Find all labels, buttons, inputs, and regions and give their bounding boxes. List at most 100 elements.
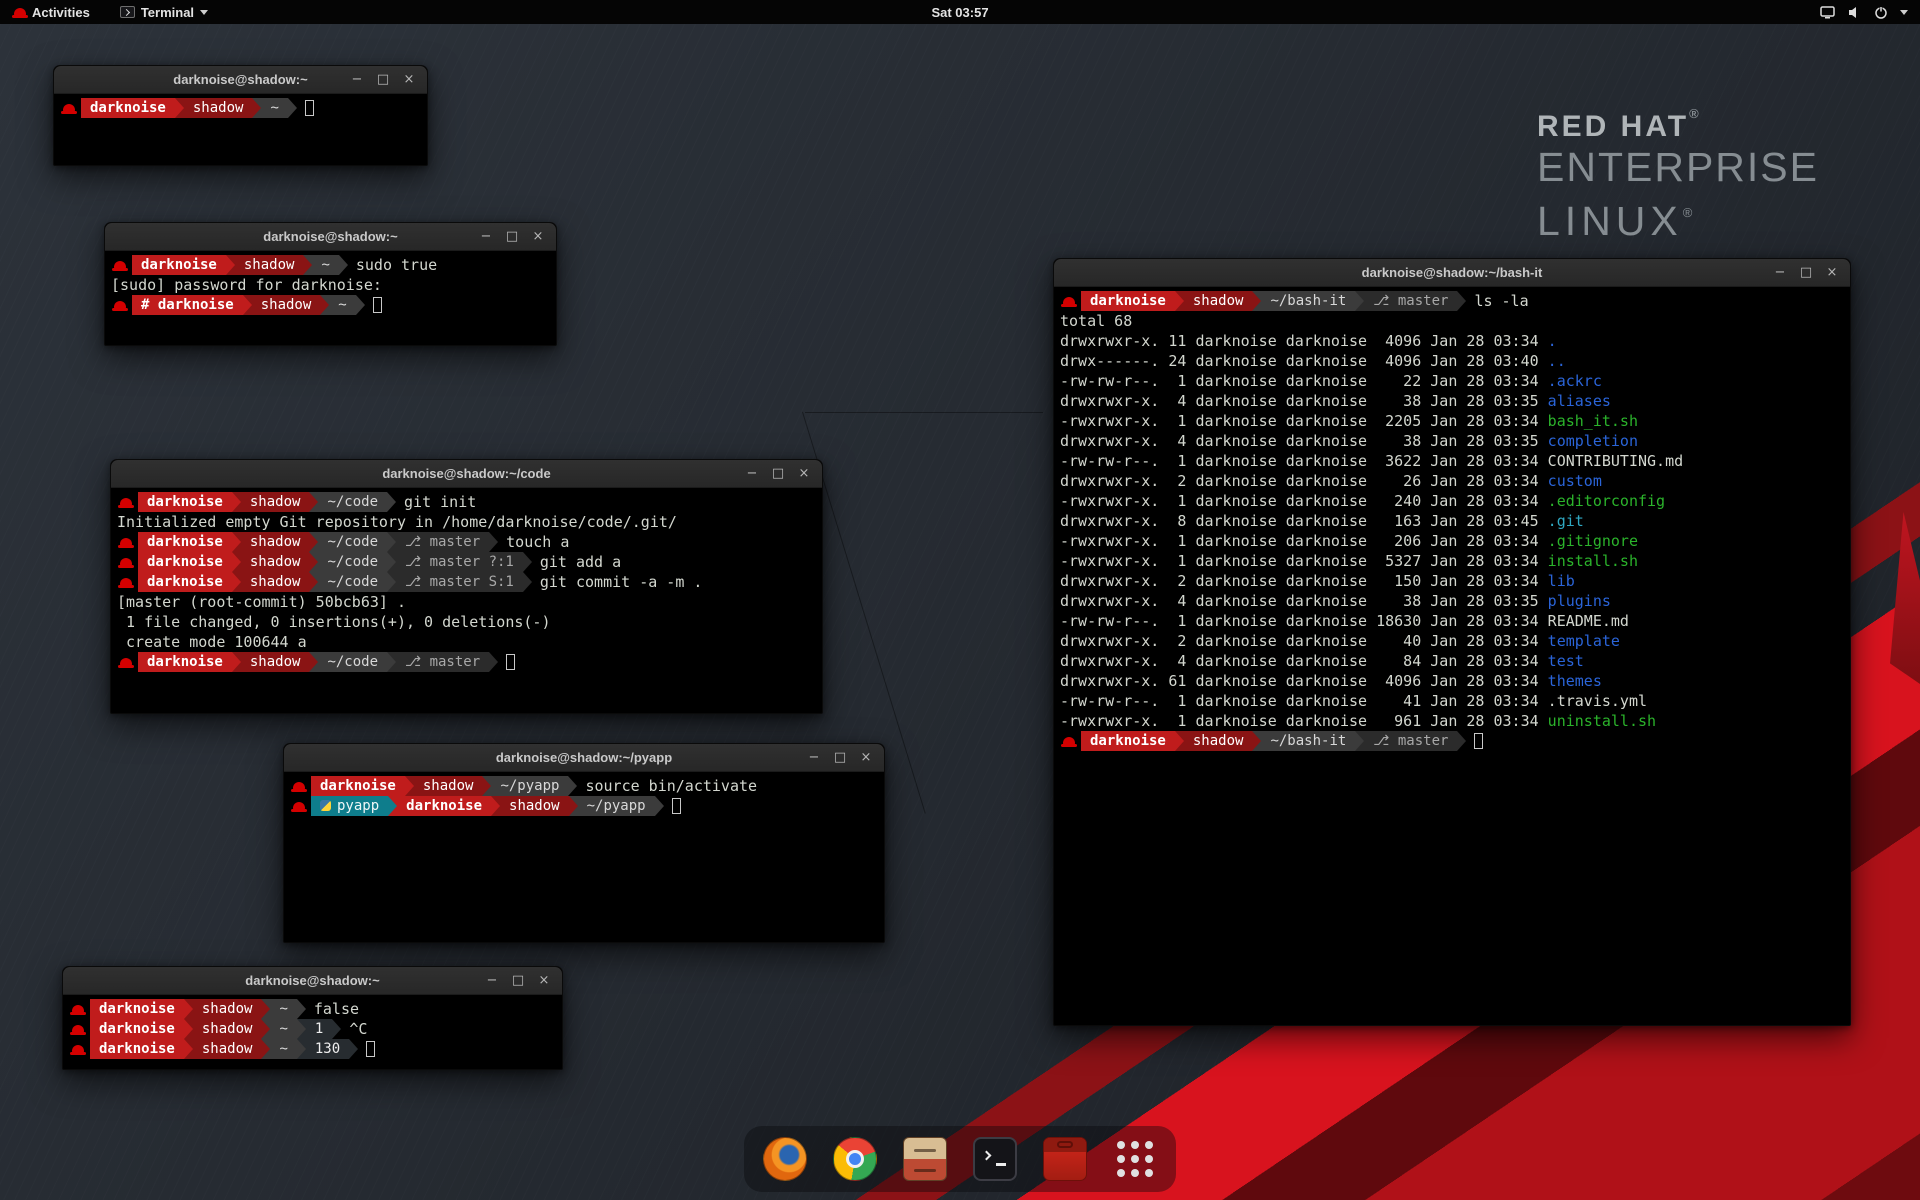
- python-icon: [320, 800, 331, 811]
- terminal-content[interactable]: darknoiseshadow~sudo true[sudo] password…: [105, 251, 556, 315]
- powerline-arrow-icon: [523, 572, 532, 592]
- prompt-segment-path: ~: [312, 255, 338, 275]
- terminal-prompt-line: darknoiseshadow~: [60, 98, 427, 118]
- window-titlebar[interactable]: darknoise@shadow:~/pyapp − □ ×: [284, 744, 884, 772]
- close-button[interactable]: ×: [399, 70, 419, 90]
- redhat-prompt-icon: [120, 538, 132, 546]
- terminal-content[interactable]: darknoiseshadow~/bash-it⎇ masterls -lato…: [1054, 287, 1850, 751]
- activities-button[interactable]: Activities: [8, 0, 96, 24]
- brand-enterprise: ENTERPRISE: [1537, 144, 1819, 190]
- maximize-button[interactable]: □: [768, 464, 788, 484]
- file-name: plugins: [1548, 592, 1611, 610]
- window-titlebar[interactable]: darknoise@shadow:~/bash-it − □ ×: [1054, 259, 1850, 287]
- window-titlebar[interactable]: darknoise@shadow:~ − □ ×: [63, 967, 562, 995]
- minimize-button[interactable]: −: [742, 464, 762, 484]
- output-text: total 68: [1060, 312, 1132, 330]
- powerline-arrow-icon: [1457, 291, 1466, 311]
- powerline-arrow-icon: [309, 492, 318, 512]
- file-meta: -rw-rw-r--. 1 darknoise darknoise 22 Jan…: [1060, 372, 1548, 390]
- minimize-button[interactable]: −: [476, 227, 496, 247]
- git-branch-icon: ⎇: [405, 654, 430, 670]
- maximize-button[interactable]: □: [1796, 263, 1816, 283]
- close-button[interactable]: ×: [534, 971, 554, 991]
- redhat-prompt-icon: [72, 1005, 84, 1013]
- prompt-segment-user: darknoise: [90, 1039, 184, 1059]
- maximize-button[interactable]: □: [508, 971, 528, 991]
- dock-toolbox-icon[interactable]: [1042, 1136, 1088, 1182]
- minimize-button[interactable]: −: [482, 971, 502, 991]
- terminal-output-line: [sudo] password for darknoise:: [111, 275, 556, 295]
- command-text: ^C: [349, 1020, 367, 1038]
- close-button[interactable]: ×: [528, 227, 548, 247]
- command-text: git add a: [540, 553, 621, 571]
- close-button[interactable]: ×: [794, 464, 814, 484]
- maximize-button[interactable]: □: [373, 70, 393, 90]
- window-titlebar[interactable]: darknoise@shadow:~ − □ ×: [105, 223, 556, 251]
- powerline-arrow-icon: [1252, 731, 1261, 751]
- close-button[interactable]: ×: [856, 748, 876, 768]
- dock-terminal-icon[interactable]: [972, 1136, 1018, 1182]
- output-text: [sudo] password for darknoise:: [111, 276, 382, 294]
- powerline-arrow-icon: [309, 572, 318, 592]
- prompt-segment-status: 130: [306, 1039, 349, 1059]
- powerline-arrow-icon: [1355, 291, 1364, 311]
- file-meta: drwxrwxr-x. 4 darknoise darknoise 38 Jan…: [1060, 432, 1548, 450]
- command-text: source bin/activate: [585, 777, 757, 795]
- file-name: README.md: [1548, 612, 1629, 630]
- file-meta: drwxrwxr-x. 2 darknoise darknoise 40 Jan…: [1060, 632, 1548, 650]
- file-name: bash_it.sh: [1548, 412, 1638, 430]
- top-bar: Activities Terminal Sat 03:57: [0, 0, 1920, 24]
- file-name: themes: [1548, 672, 1602, 690]
- powerline-arrow-icon: [655, 796, 664, 816]
- dock-files-icon[interactable]: [902, 1136, 948, 1182]
- terminal-prompt-line: darknoiseshadow~false: [69, 999, 562, 1019]
- file-name: .ackrc: [1548, 372, 1602, 390]
- powerline-arrow-icon: [387, 652, 396, 672]
- prompt-segment-branch: ⎇ master ?:1: [396, 552, 523, 572]
- terminal-cursor: [506, 654, 515, 670]
- terminal-content[interactable]: darknoiseshadow~: [54, 94, 427, 118]
- minimize-button[interactable]: −: [804, 748, 824, 768]
- minimize-button[interactable]: −: [1770, 263, 1790, 283]
- powerline-arrow-icon: [297, 1019, 306, 1039]
- terminal-content[interactable]: darknoiseshadow~/pyappsource bin/activat…: [284, 772, 884, 816]
- prompt-segment-path: ~/code: [318, 532, 387, 552]
- terminal-output-line: -rw-rw-r--. 1 darknoise darknoise 3622 J…: [1060, 451, 1850, 471]
- prompt-segment-path: ~: [270, 1039, 296, 1059]
- minimize-button[interactable]: −: [347, 70, 367, 90]
- redhat-prompt-icon: [114, 261, 126, 269]
- maximize-button[interactable]: □: [830, 748, 850, 768]
- dock-appgrid-icon[interactable]: [1112, 1136, 1158, 1182]
- prompt-segment-path: ~/code: [318, 652, 387, 672]
- prompt-segment-path: ~: [270, 999, 296, 1019]
- terminal-prompt-line: darknoiseshadow~130: [69, 1039, 562, 1059]
- maximize-button[interactable]: □: [502, 227, 522, 247]
- redhat-prompt-icon: [120, 558, 132, 566]
- clock[interactable]: Sat 03:57: [931, 5, 988, 20]
- volume-icon: [1847, 6, 1862, 19]
- window-titlebar[interactable]: darknoise@shadow:~/code − □ ×: [111, 460, 822, 488]
- dock-firefox-icon[interactable]: [762, 1136, 808, 1182]
- system-status-area[interactable]: [1820, 6, 1920, 19]
- git-branch-icon: ⎇: [1373, 293, 1398, 309]
- prompt-segment-host: shadow: [241, 552, 310, 572]
- dock-chrome-icon[interactable]: [832, 1136, 878, 1182]
- terminal-content[interactable]: darknoiseshadow~falsedarknoiseshadow~1^C…: [63, 995, 562, 1059]
- terminal-window-sudo: darknoise@shadow:~ − □ × darknoiseshadow…: [104, 222, 557, 346]
- file-name: lib: [1548, 572, 1575, 590]
- prompt-segment-path: ~/code: [318, 552, 387, 572]
- prompt-segment-path: ~/code: [318, 492, 387, 512]
- powerline-arrow-icon: [184, 1039, 193, 1059]
- terminal-output-line: drwxrwxr-x. 8 darknoise darknoise 163 Ja…: [1060, 511, 1850, 531]
- registered-mark: ®: [1689, 106, 1702, 121]
- powerline-arrow-icon: [489, 652, 498, 672]
- close-button[interactable]: ×: [1822, 263, 1842, 283]
- window-titlebar[interactable]: darknoise@shadow:~ − □ ×: [54, 66, 427, 94]
- file-meta: -rwxrwxr-x. 1 darknoise darknoise 5327 J…: [1060, 552, 1548, 570]
- powerline-arrow-icon: [1252, 291, 1261, 311]
- terminal-output-line: Initialized empty Git repository in /hom…: [117, 512, 822, 532]
- powerline-arrow-icon: [226, 255, 235, 275]
- terminal-content[interactable]: darknoiseshadow~/codegit initInitialized…: [111, 488, 822, 672]
- app-menu-terminal[interactable]: Terminal: [114, 0, 214, 24]
- file-meta: drwxrwxr-x. 61 darknoise darknoise 4096 …: [1060, 672, 1548, 690]
